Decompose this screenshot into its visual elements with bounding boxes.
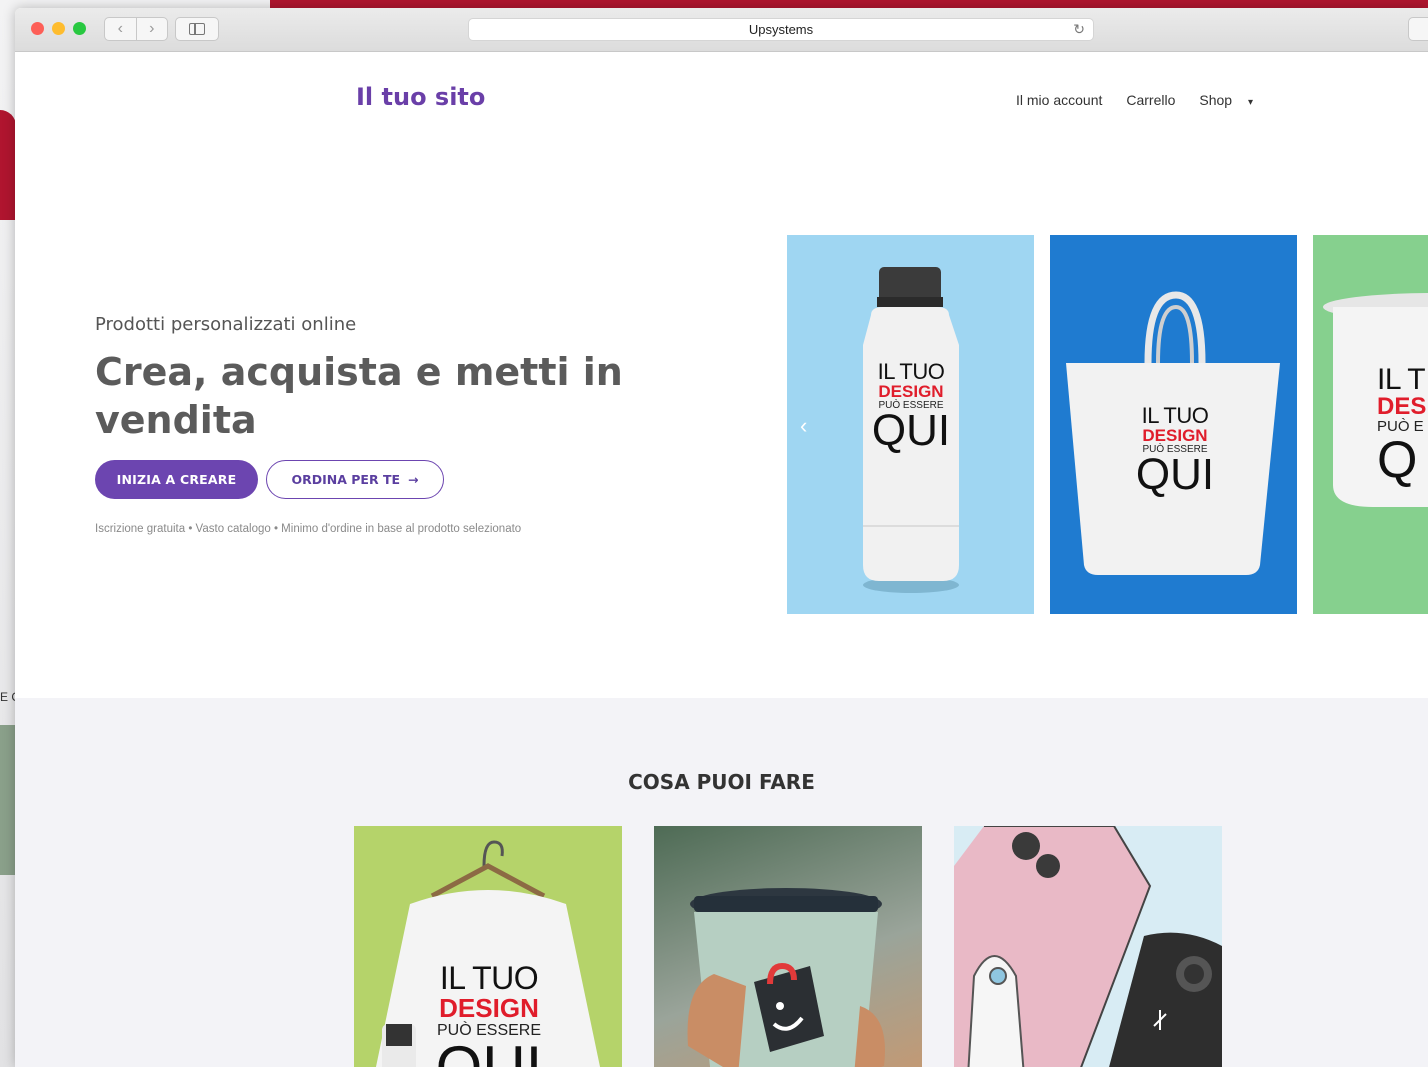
- close-window-icon[interactable]: [31, 22, 44, 35]
- sweatshirt-design-text: IL TUO DESIGN PUÒ ESSERE QUI: [430, 962, 548, 1067]
- design-line-1: IL TUO: [877, 359, 945, 384]
- backdrop-red-bar: [270, 0, 1428, 8]
- arrow-right-icon: →: [408, 472, 419, 487]
- site-logo[interactable]: Il tuo sito: [356, 83, 485, 111]
- browser-titlebar: ‹ › Upsystems ↻: [15, 8, 1428, 52]
- menu-item-shop-label: Shop: [1199, 92, 1233, 108]
- reload-icon[interactable]: ↻: [1073, 21, 1085, 38]
- bottle-design-text: IL TUO DESIGN PUÒ ESSERE QUI: [867, 359, 955, 455]
- design-line-4: QUI: [430, 1038, 548, 1067]
- order-for-you-label: ORDINA PER TE: [291, 472, 401, 487]
- start-creating-button[interactable]: INIZIA A CREARE: [95, 460, 258, 499]
- section-title: COSA PUOI FARE: [628, 770, 815, 794]
- phone-cases-image: [954, 826, 1222, 1067]
- order-for-you-button[interactable]: ORDINA PER TE →: [266, 460, 444, 499]
- site-header: Il tuo sito Il mio account Carrello Shop…: [15, 53, 1428, 143]
- web-page: Il tuo sito Il mio account Carrello Shop…: [15, 53, 1428, 1067]
- design-line-1: IL TUO: [439, 960, 539, 996]
- chevron-down-icon: ▾: [1247, 97, 1254, 108]
- address-bar[interactable]: Upsystems ↻: [468, 18, 1094, 41]
- carousel-slide-mug[interactable]: IL T DES PUÒ E Q: [1313, 235, 1428, 614]
- chevron-left-icon[interactable]: ‹: [105, 18, 136, 40]
- history-nav: ‹ ›: [104, 17, 168, 41]
- menu-item-cart[interactable]: Carrello: [1126, 92, 1175, 108]
- features-section: COSA PUOI FARE IL TUO DESIGN PUÒ ESSERE …: [15, 698, 1428, 1067]
- design-line-4: QUI: [1135, 450, 1215, 499]
- design-line-2: DES: [1377, 393, 1427, 420]
- carousel-prev-icon[interactable]: ‹: [800, 413, 807, 439]
- design-line-1: IL TUO: [1141, 403, 1209, 428]
- design-line-2: DESIGN: [878, 382, 944, 401]
- card-coffee-cup[interactable]: [654, 826, 922, 1067]
- card-phone-cases[interactable]: [954, 826, 1222, 1067]
- menu-item-account[interactable]: Il mio account: [1016, 92, 1102, 108]
- design-line-4: QUI: [871, 406, 951, 455]
- carousel-slide-tote-bag[interactable]: IL TUO DESIGN PUÒ ESSERE QUI: [1050, 235, 1297, 614]
- tote-design-text: IL TUO DESIGN PUÒ ESSERE QUI: [1130, 403, 1220, 499]
- browser-window: ‹ › Upsystems ↻ Il tuo sito Il mio accou…: [15, 8, 1428, 1067]
- design-line-2: DESIGN: [439, 993, 539, 1023]
- address-text: Upsystems: [748, 22, 814, 37]
- design-line-4: Q: [1377, 431, 1418, 489]
- sidebar-icon: [189, 23, 205, 35]
- share-button[interactable]: [1408, 17, 1428, 41]
- mug-design-text: IL T DES PUÒ E Q: [1377, 363, 1428, 489]
- hero-features: Iscrizione gratuita • Vasto catalogo • M…: [95, 523, 522, 535]
- hero-kicker: Prodotti personalizzati online: [95, 314, 357, 335]
- design-line-2: DESIGN: [1142, 426, 1208, 445]
- main-menu: Il mio account Carrello Shop ▾: [1016, 92, 1253, 108]
- backdrop-red-shape: [0, 110, 16, 220]
- minimize-window-icon[interactable]: [52, 22, 65, 35]
- maximize-window-icon[interactable]: [73, 22, 86, 35]
- card-sweatshirt[interactable]: IL TUO DESIGN PUÒ ESSERE QUI: [354, 826, 622, 1067]
- chevron-right-icon[interactable]: ›: [135, 18, 168, 40]
- coffee-cup-image: [687, 888, 885, 1067]
- sidebar-toggle-button[interactable]: [175, 17, 219, 41]
- design-line-1: IL T: [1377, 363, 1426, 396]
- menu-item-shop[interactable]: Shop ▾: [1199, 92, 1253, 108]
- hero-headline: Crea, acquista e metti in vendita: [95, 350, 623, 442]
- carousel-slide-bottle[interactable]: IL TUO DESIGN PUÒ ESSERE QUI: [787, 235, 1034, 614]
- backdrop-thumbnail: [0, 725, 16, 875]
